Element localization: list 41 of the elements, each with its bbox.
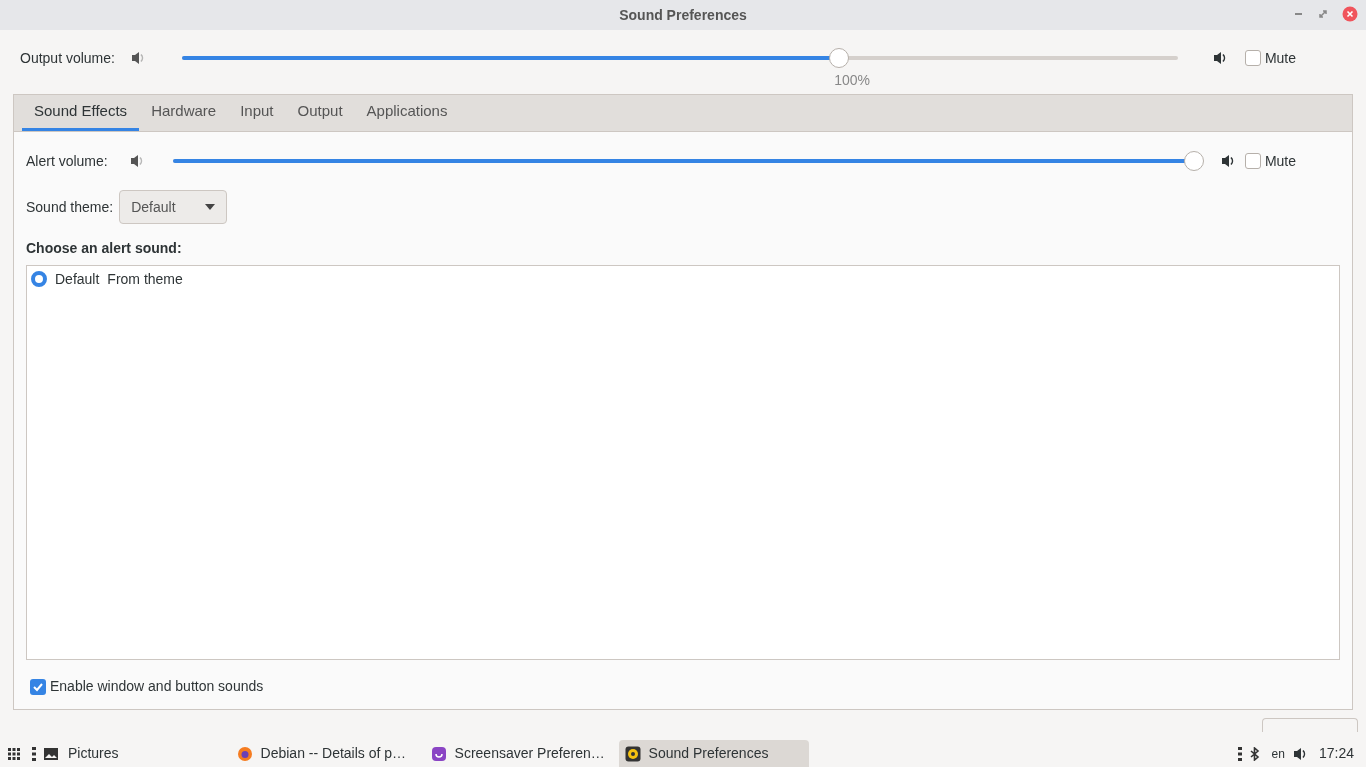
caret-icon — [205, 204, 216, 210]
alert-sound-row[interactable]: Default From theme — [27, 270, 1339, 288]
volume-reading: 100% — [834, 71, 870, 90]
close-icon[interactable] — [1342, 6, 1358, 22]
tab[interactable]: Applications — [354, 95, 460, 131]
moon-icon — [430, 745, 447, 762]
slider-handle[interactable] — [829, 48, 850, 68]
separator-dots-icon — [32, 745, 36, 762]
sound-theme-label: Sound theme: — [26, 197, 114, 217]
restore-icon[interactable] — [1318, 9, 1328, 19]
bluetooth-icon[interactable] — [1249, 746, 1260, 761]
checkbox[interactable] — [1244, 50, 1261, 66]
theme-dropdown[interactable]: Default — [119, 190, 228, 224]
separator-dots-icon — [1237, 745, 1242, 762]
tab[interactable]: Input — [228, 95, 286, 131]
slider-handle[interactable] — [1183, 151, 1204, 171]
radio-button[interactable] — [31, 271, 47, 287]
picture-icon — [44, 747, 58, 760]
clock[interactable]: 17:24 — [1318, 743, 1354, 764]
taskbar-window-button[interactable]: Screensaver Preferen… — [424, 740, 615, 767]
taskbar-window-button[interactable]: Debian -- Details of p… — [230, 740, 421, 767]
checkbox[interactable] — [1244, 153, 1261, 169]
keyboard-layout[interactable]: en — [1271, 744, 1285, 763]
globe-icon — [236, 745, 253, 762]
sound-source: From theme — [107, 269, 183, 289]
places-menu[interactable]: Pictures — [44, 743, 119, 764]
alert-volume-label: Alert volume: — [26, 151, 108, 171]
sound-name: Default — [55, 269, 100, 289]
mute-label: Mute — [1264, 48, 1296, 68]
tab[interactable]: Output — [285, 95, 355, 131]
mute-label: Mute — [1264, 151, 1296, 171]
checkbox[interactable] — [30, 678, 46, 695]
enable-sounds-label: Enable window and button sounds — [50, 677, 264, 696]
app-grid-icon[interactable] — [8, 747, 20, 760]
speaker-cone-icon — [624, 745, 641, 762]
output-volume-label: Output volume: — [20, 48, 115, 68]
window-title: Sound Preferences — [619, 5, 747, 25]
alert-sound-heading: Choose an alert sound: — [26, 239, 183, 258]
tab[interactable]: Hardware — [139, 95, 229, 131]
tab[interactable]: Sound Effects — [22, 95, 140, 131]
taskbar-window-button[interactable]: Sound Preferences — [618, 740, 809, 767]
